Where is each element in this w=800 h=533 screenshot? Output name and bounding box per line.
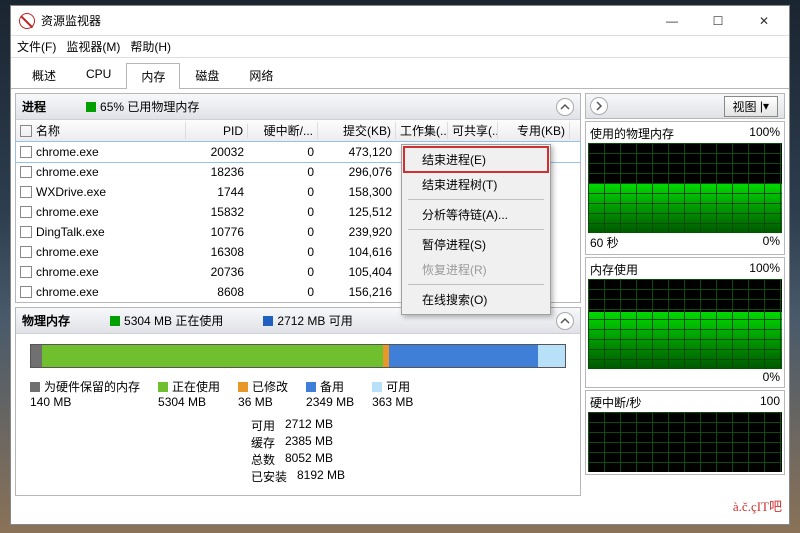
table-header: 名称 PID 硬中断/... 提交(KB) 工作集(... 可共享(... 专用… <box>16 120 580 142</box>
physical-memory-panel: 物理内存 5304 MB 正在使用 2712 MB 可用 为硬件保留的内存140… <box>15 307 581 496</box>
usage-swatch <box>86 102 96 112</box>
tab-cpu[interactable]: CPU <box>71 62 126 88</box>
bar-standby <box>389 345 539 367</box>
app-icon <box>19 13 35 29</box>
graph2-canvas <box>588 279 782 369</box>
inuse-text: 5304 MB 正在使用 <box>124 312 223 329</box>
bar-reserved <box>31 345 42 367</box>
col-private[interactable]: 专用(KB) <box>498 122 570 139</box>
ctx-end-process[interactable]: 结束进程(E) <box>404 147 548 172</box>
ctx-resume: 恢复进程(R) <box>404 257 548 282</box>
ctx-end-tree[interactable]: 结束进程树(T) <box>404 172 548 197</box>
memory-legend: 为硬件保留的内存140 MB 正在使用5304 MB 已修改36 MB 备用2349 … <box>30 378 566 409</box>
collapse-icon[interactable] <box>556 312 574 330</box>
legend-item: 备用2349 MB <box>306 378 354 409</box>
row-checkbox[interactable] <box>20 246 32 258</box>
menubar: 文件(F) 监视器(M) 帮助(H) <box>11 36 789 58</box>
graph1-max: 100% <box>749 125 780 142</box>
stat-installed-label: 已安装 <box>251 468 287 485</box>
avail-text: 2712 MB 可用 <box>277 312 352 329</box>
graph-hardfaults: 硬中断/秒 100 <box>585 390 785 475</box>
collapse-icon[interactable] <box>590 97 608 115</box>
tab-overview[interactable]: 概述 <box>17 62 71 88</box>
col-shareable[interactable]: 可共享(... <box>448 122 498 139</box>
col-hardfaults[interactable]: 硬中断/... <box>248 122 318 139</box>
minimize-button[interactable]: — <box>649 7 695 35</box>
stat-avail-value: 2712 MB <box>285 417 333 434</box>
ctx-analyze-wait[interactable]: 分析等待链(A)... <box>404 202 548 227</box>
stat-installed-value: 8192 MB <box>297 468 345 485</box>
usage-text: 65% 已用物理内存 <box>100 98 199 115</box>
titlebar: 资源监视器 — ☐ ✕ <box>11 6 789 36</box>
graph1-title: 使用的物理内存 <box>590 125 674 142</box>
graph1-canvas <box>588 143 782 233</box>
menu-file[interactable]: 文件(F) <box>17 38 56 55</box>
resource-monitor-window: 资源监视器 — ☐ ✕ 文件(F) 监视器(M) 帮助(H) 概述 CPU 内存… <box>10 5 790 525</box>
processes-panel: 进程 65% 已用物理内存 名称 PID 硬中断/... 提交(KB) 工作集(… <box>15 93 581 303</box>
tab-disk[interactable]: 磁盘 <box>180 62 234 88</box>
stat-cache-label: 缓存 <box>251 434 275 451</box>
processes-title: 进程 <box>22 98 46 115</box>
graph2-max: 100% <box>749 261 780 278</box>
legend-item: 已修改36 MB <box>238 378 288 409</box>
graph1-xlabel: 60 秒 <box>590 234 619 251</box>
bar-free <box>538 345 565 367</box>
stat-total-value: 8052 MB <box>285 451 333 468</box>
inuse-swatch <box>110 316 120 326</box>
graph2-title: 内存使用 <box>590 261 638 278</box>
window-title: 资源监视器 <box>41 12 649 29</box>
col-commit[interactable]: 提交(KB) <box>318 122 396 139</box>
col-pid[interactable]: PID <box>186 124 248 138</box>
col-name[interactable]: 名称 <box>16 122 186 139</box>
physmem-title: 物理内存 <box>22 312 70 329</box>
stat-total-label: 总数 <box>251 451 275 468</box>
legend-item: 正在使用5304 MB <box>158 378 220 409</box>
col-workingset[interactable]: 工作集(... <box>396 122 448 139</box>
select-all-checkbox[interactable] <box>20 125 32 137</box>
row-checkbox[interactable] <box>20 186 32 198</box>
graph3-canvas <box>588 412 782 472</box>
graph-commit: 内存使用 100% 0% <box>585 257 785 388</box>
watermark: à.č.çIT吧 <box>733 496 782 515</box>
graph2-min: 0% <box>763 370 780 384</box>
graph-physical-memory: 使用的物理内存 100% 60 秒 0% <box>585 121 785 255</box>
left-column: 进程 65% 已用物理内存 名称 PID 硬中断/... 提交(KB) 工作集(… <box>15 93 581 520</box>
row-checkbox[interactable] <box>20 206 32 218</box>
legend-item: 可用363 MB <box>372 378 413 409</box>
collapse-icon[interactable] <box>556 98 574 116</box>
right-column: 视图 |▾ 使用的物理内存 100% 60 秒 0% 内存使用 100% 0% 硬中断… <box>585 93 785 520</box>
stat-avail-label: 可用 <box>251 417 275 434</box>
row-checkbox[interactable] <box>20 146 32 158</box>
tab-network[interactable]: 网络 <box>234 62 288 88</box>
tab-strip: 概述 CPU 内存 磁盘 网络 <box>11 58 789 89</box>
ctx-suspend[interactable]: 暂停进程(S) <box>404 232 548 257</box>
graph1-min: 0% <box>763 234 780 251</box>
row-checkbox[interactable] <box>20 166 32 178</box>
memory-stats: 可用 2712 MB 缓存 2385 MB 总数 8052 MB 已安装 8192 MB <box>30 417 566 485</box>
memory-bar <box>30 344 566 368</box>
legend-item: 为硬件保留的内存140 MB <box>30 378 140 409</box>
menu-monitor[interactable]: 监视器(M) <box>66 38 120 55</box>
close-button[interactable]: ✕ <box>741 7 787 35</box>
ctx-search-online[interactable]: 在线搜索(O) <box>404 287 548 312</box>
row-checkbox[interactable] <box>20 286 32 298</box>
row-checkbox[interactable] <box>20 266 32 278</box>
bar-inuse <box>42 345 384 367</box>
graph3-title: 硬中断/秒 <box>590 394 641 411</box>
graph3-max: 100 <box>760 394 780 411</box>
tab-memory[interactable]: 内存 <box>126 63 180 89</box>
context-menu: 结束进程(E) 结束进程树(T) 分析等待链(A)... 暂停进程(S) 恢复进… <box>401 144 551 315</box>
maximize-button[interactable]: ☐ <box>695 7 741 35</box>
stat-cache-value: 2385 MB <box>285 434 333 451</box>
physmem-body: 为硬件保留的内存140 MB 正在使用5304 MB 已修改36 MB 备用2349 … <box>16 334 580 495</box>
menu-help[interactable]: 帮助(H) <box>130 38 171 55</box>
row-checkbox[interactable] <box>20 226 32 238</box>
processes-header[interactable]: 进程 65% 已用物理内存 <box>16 94 580 120</box>
view-dropdown[interactable]: 视图 |▾ <box>724 96 779 117</box>
avail-swatch <box>263 316 273 326</box>
right-header: 视图 |▾ <box>585 93 785 119</box>
content-area: 进程 65% 已用物理内存 名称 PID 硬中断/... 提交(KB) 工作集(… <box>11 89 789 524</box>
